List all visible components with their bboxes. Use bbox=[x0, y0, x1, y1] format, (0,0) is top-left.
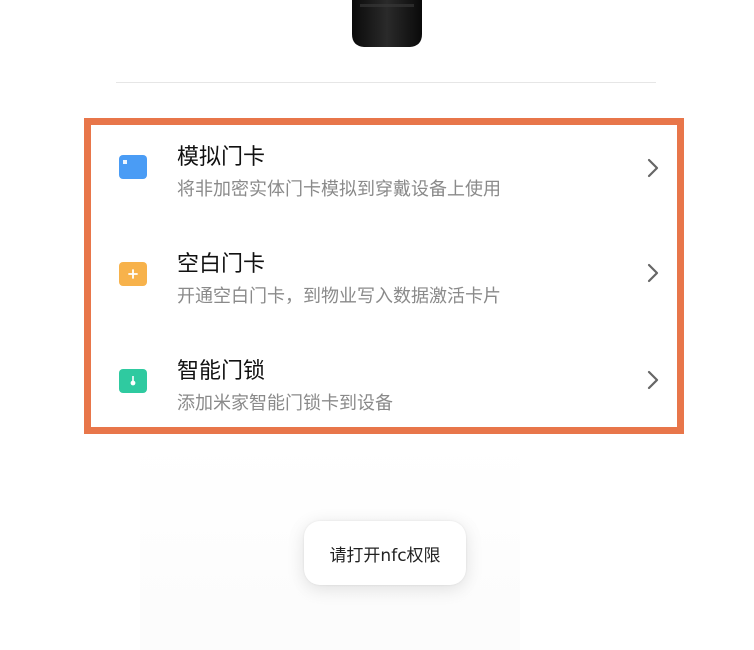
menu-item-smart-lock[interactable]: 智能门锁 添加米家智能门锁卡到设备 bbox=[91, 339, 677, 439]
menu-item-subtitle: 将非加密实体门卡模拟到穿戴设备上使用 bbox=[177, 179, 501, 200]
menu-item-title: 智能门锁 bbox=[177, 359, 266, 384]
menu-item-subtitle: 开通空白门卡，到物业写入数据激活卡片 bbox=[177, 286, 501, 307]
chevron-right-icon bbox=[647, 263, 659, 283]
card-icon bbox=[119, 155, 147, 179]
blank-card-icon bbox=[119, 262, 147, 286]
menu-item-subtitle: 添加米家智能门锁卡到设备 bbox=[177, 393, 393, 414]
menu-item-blank-card[interactable]: 空白门卡 开通空白门卡，到物业写入数据激活卡片 bbox=[91, 232, 677, 332]
divider bbox=[116, 82, 656, 83]
nfc-permission-toast: 请打开nfc权限 bbox=[304, 521, 466, 585]
chevron-right-icon bbox=[647, 370, 659, 390]
smart-lock-icon bbox=[119, 369, 147, 393]
menu-item-title: 空白门卡 bbox=[177, 252, 266, 277]
wearable-device-image bbox=[352, 0, 422, 47]
toast-message: 请打开nfc权限 bbox=[329, 545, 441, 566]
menu-item-title: 模拟门卡 bbox=[177, 145, 266, 170]
chevron-right-icon bbox=[647, 158, 659, 178]
menu-item-simulate-card[interactable]: 模拟门卡 将非加密实体门卡模拟到穿戴设备上使用 bbox=[91, 125, 677, 225]
